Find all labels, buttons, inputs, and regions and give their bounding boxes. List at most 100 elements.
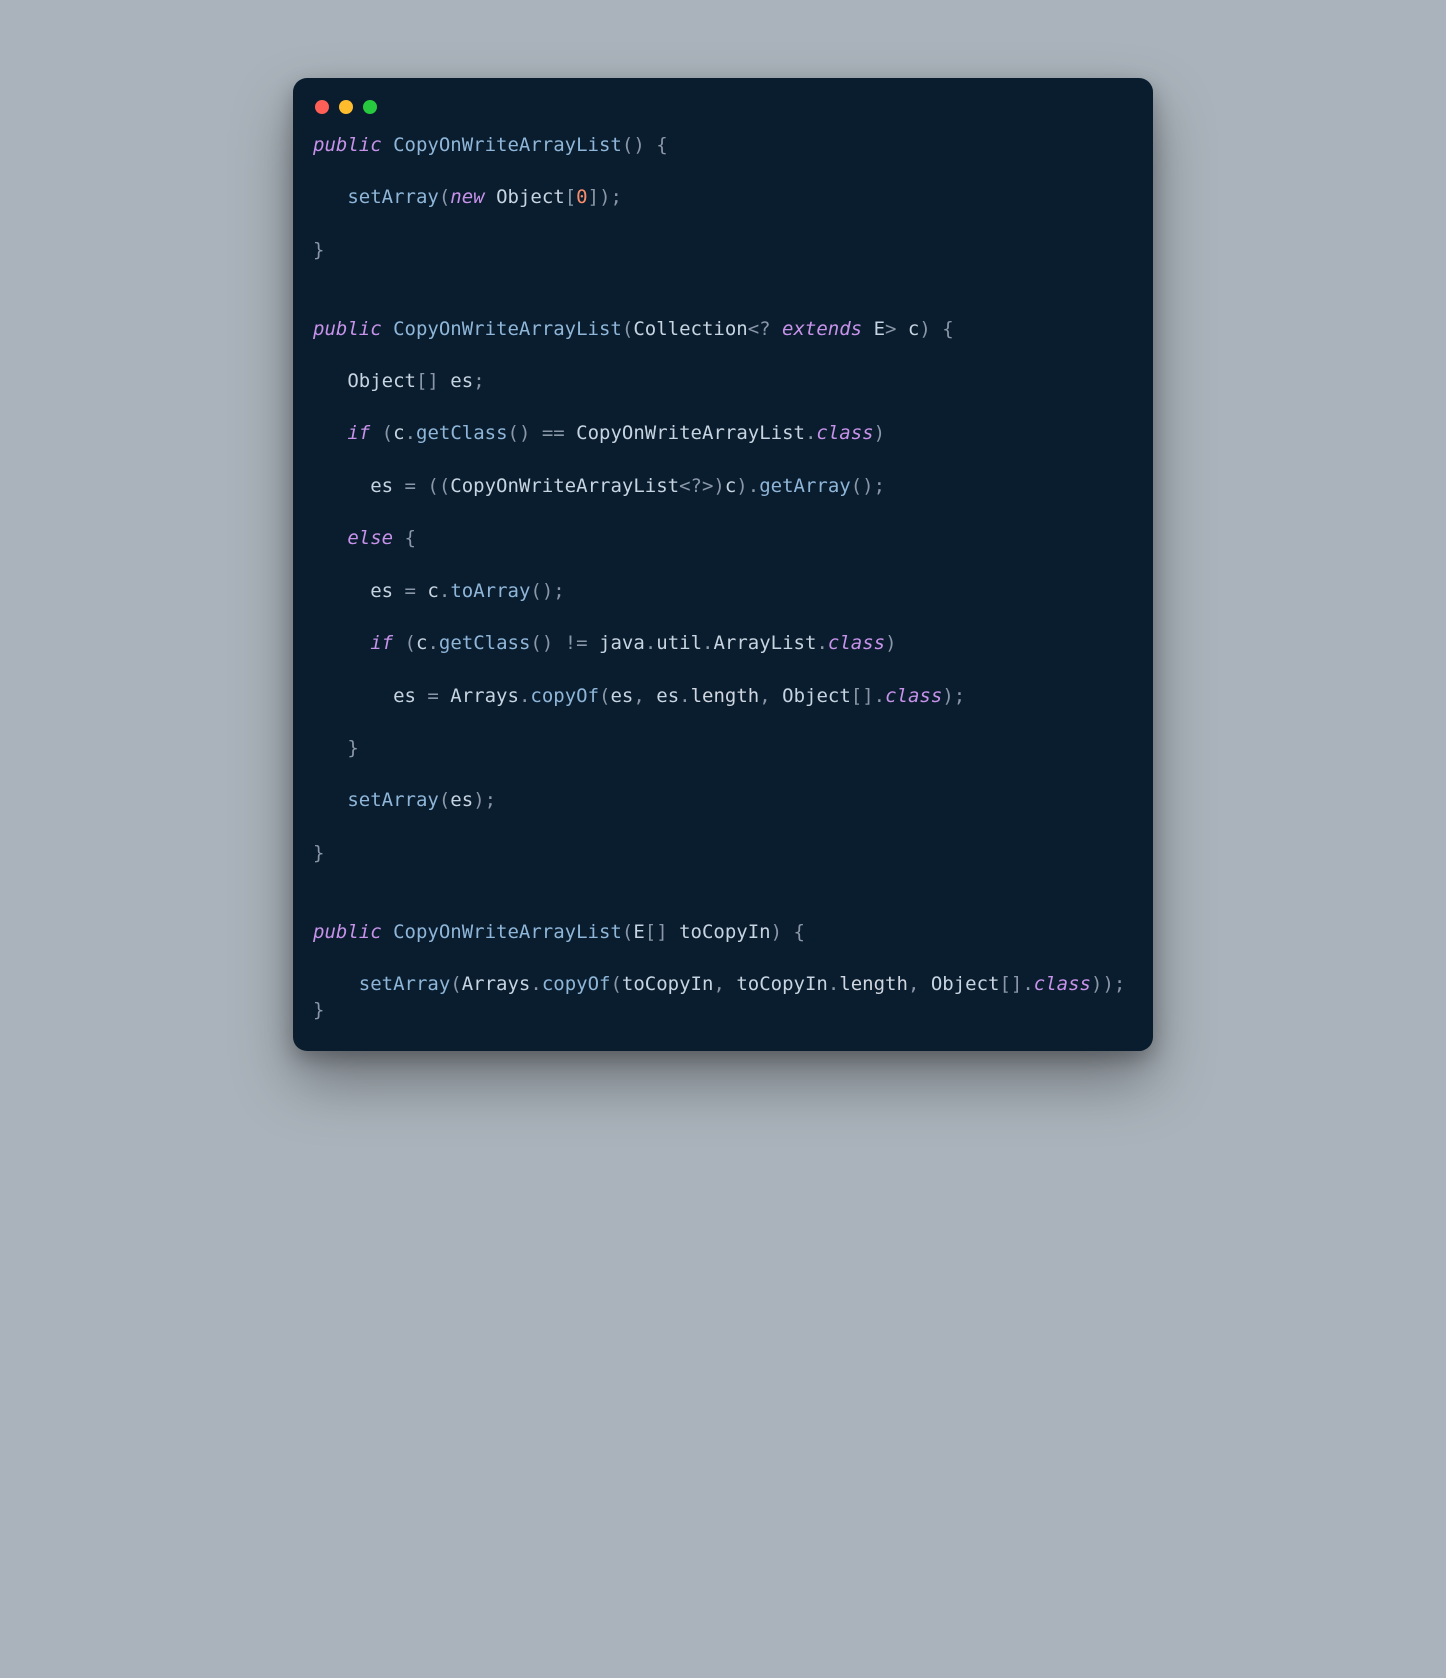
code-token: es	[370, 580, 393, 602]
code-token: setArray	[347, 789, 439, 811]
code-token	[313, 632, 370, 654]
code-token: getArray	[759, 475, 851, 497]
code-token: java	[599, 632, 645, 654]
code-token: .	[530, 973, 541, 995]
code-token: public	[313, 134, 382, 156]
code-token: .	[645, 632, 656, 654]
code-token: class	[828, 632, 885, 654]
code-token: (	[393, 632, 416, 654]
window-controls	[313, 96, 1133, 132]
code-token: .	[828, 973, 839, 995]
code-token: (	[610, 973, 621, 995]
code-token: }	[313, 239, 324, 261]
code-token: []	[416, 370, 450, 392]
code-token: c	[908, 318, 919, 340]
code-token: ();	[851, 475, 885, 497]
code-token: () !=	[530, 632, 599, 654]
code-token: es	[610, 685, 633, 707]
code-token: length	[839, 973, 908, 995]
code-token: =	[416, 685, 450, 707]
code-token: Object	[496, 186, 565, 208]
code-token: es	[370, 475, 393, 497]
code-token: }	[313, 737, 359, 759]
code-token: .	[702, 632, 713, 654]
code-token: toArray	[450, 580, 530, 602]
code-token: (	[599, 685, 610, 707]
code-token: (	[370, 422, 393, 444]
code-token: CopyOnWriteArrayList	[393, 134, 622, 156]
code-token: >	[885, 318, 908, 340]
code-token: .	[427, 632, 438, 654]
code-token	[485, 186, 496, 208]
code-token: ));	[1091, 973, 1125, 995]
code-window: public CopyOnWriteArrayList() { setArray…	[293, 78, 1153, 1051]
code-token: ) {	[771, 921, 805, 943]
code-token	[382, 318, 393, 340]
code-token: .	[405, 422, 416, 444]
code-token: else	[347, 527, 393, 549]
code-token: class	[1034, 973, 1091, 995]
code-token: CopyOnWriteArrayList	[450, 475, 679, 497]
code-token	[382, 134, 393, 156]
code-token: .	[519, 685, 530, 707]
code-token: .	[439, 580, 450, 602]
code-token	[313, 973, 359, 995]
code-token: Arrays	[462, 973, 531, 995]
code-token: setArray	[359, 973, 451, 995]
code-token: toCopyIn	[679, 921, 771, 943]
code-token: (	[450, 973, 461, 995]
code-token: }	[313, 842, 324, 864]
code-token: es	[450, 789, 473, 811]
code-token: () {	[622, 134, 668, 156]
code-token: 0	[576, 186, 587, 208]
code-token: copyOf	[542, 973, 611, 995]
code-token: [].	[851, 685, 885, 707]
code-token: extends	[782, 318, 862, 340]
code-token: )	[874, 422, 885, 444]
minimize-icon[interactable]	[339, 100, 353, 114]
code-token: (	[439, 789, 450, 811]
code-token: () ==	[508, 422, 577, 444]
code-token: getClass	[439, 632, 531, 654]
code-token: c	[725, 475, 736, 497]
code-token: setArray	[347, 186, 439, 208]
code-token: .	[679, 685, 690, 707]
code-token: [	[565, 186, 576, 208]
code-token: ) {	[919, 318, 953, 340]
code-token: CopyOnWriteArrayList	[393, 921, 622, 943]
code-token: c	[416, 632, 427, 654]
code-token: }	[313, 999, 324, 1021]
code-token: );	[473, 789, 496, 811]
code-token: ,	[908, 973, 931, 995]
code-token: public	[313, 921, 382, 943]
code-token	[313, 580, 370, 602]
code-token	[313, 186, 347, 208]
close-icon[interactable]	[315, 100, 329, 114]
code-token: if	[347, 422, 370, 444]
code-token: ;	[473, 370, 484, 392]
code-token	[313, 685, 393, 707]
code-token: new	[450, 186, 484, 208]
zoom-icon[interactable]	[363, 100, 377, 114]
code-token: Collection	[633, 318, 747, 340]
code-token: .	[816, 632, 827, 654]
code-token: c	[393, 422, 404, 444]
code-token: CopyOnWriteArrayList	[393, 318, 622, 340]
code-token: es	[450, 370, 473, 392]
code-token: length	[691, 685, 760, 707]
code-token: Object	[782, 685, 851, 707]
code-token: ]);	[588, 186, 622, 208]
code-token: toCopyIn	[736, 973, 828, 995]
code-block: public CopyOnWriteArrayList() { setArray…	[313, 132, 1133, 1023]
code-token: copyOf	[530, 685, 599, 707]
code-token: es	[656, 685, 679, 707]
code-token: CopyOnWriteArrayList	[576, 422, 805, 444]
code-token: .	[805, 422, 816, 444]
code-token: []	[645, 921, 679, 943]
code-token: Object	[347, 370, 416, 392]
code-token: getClass	[416, 422, 508, 444]
code-token: <?	[748, 318, 782, 340]
code-token: Arrays	[450, 685, 519, 707]
code-token	[313, 475, 370, 497]
code-token: c	[427, 580, 438, 602]
